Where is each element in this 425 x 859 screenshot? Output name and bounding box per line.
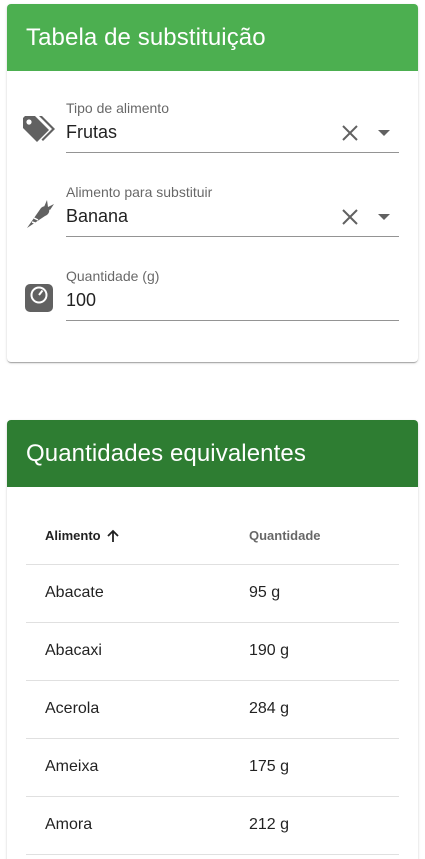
cell-quantity: 212 g <box>249 796 399 855</box>
cell-food: Abacaxi <box>26 622 249 681</box>
food-type-dropdown-button[interactable] <box>372 121 396 145</box>
cell-food: Ameixa <box>26 738 249 797</box>
close-icon <box>342 209 358 225</box>
food-to-replace-value[interactable]: Banana <box>66 206 128 227</box>
food-type-clear-button[interactable] <box>338 121 362 145</box>
food-to-replace-dropdown-button[interactable] <box>372 205 396 229</box>
cell-food: Abacate <box>26 564 249 623</box>
table-row: Ameixa 175 g <box>26 738 399 797</box>
substitution-card-header: Tabela de substituição <box>7 4 418 71</box>
column-header-food-label: Alimento <box>45 528 101 544</box>
food-to-replace-underline <box>66 236 399 237</box>
table-row: Abacaxi 190 g <box>26 622 399 681</box>
equivalents-card-title: Quantidades equivalentes <box>26 439 306 467</box>
table-header-row: Alimento Quantidade <box>26 508 399 565</box>
table-row: Acerola 284 g <box>26 680 399 739</box>
cell-quantity: 190 g <box>249 622 399 681</box>
carrot-icon <box>21 196 57 232</box>
food-to-replace-clear-button[interactable] <box>338 205 362 229</box>
food-to-replace-field[interactable]: Alimento para substituir Banana <box>7 176 418 237</box>
substitution-card: Tabela de substituição Tipo de alimento … <box>7 4 418 362</box>
quantity-input[interactable]: 100 <box>66 290 96 311</box>
arrow-drop-down-icon <box>378 214 390 220</box>
column-header-quantity[interactable]: Quantidade <box>249 508 399 565</box>
equivalents-card-header: Quantidades equivalentes <box>7 420 418 487</box>
cell-food: Acerola <box>26 680 249 739</box>
substitution-card-title: Tabela de substituição <box>26 23 266 51</box>
cell-quantity: 284 g <box>249 680 399 739</box>
food-type-value[interactable]: Frutas <box>66 122 117 143</box>
cell-quantity: 95 g <box>249 564 399 623</box>
table-row: Amora 212 g <box>26 796 399 855</box>
column-header-quantity-label: Quantidade <box>249 528 321 544</box>
food-to-replace-label: Alimento para substituir <box>66 184 213 200</box>
food-type-underline <box>66 152 399 153</box>
quantity-underline <box>66 320 399 321</box>
column-header-food[interactable]: Alimento <box>26 508 249 565</box>
close-icon <box>342 125 358 141</box>
equivalents-card: Quantidades equivalentes Alimento Quanti… <box>7 420 418 859</box>
food-type-label: Tipo de alimento <box>66 100 169 116</box>
tags-icon <box>21 112 57 148</box>
food-type-field[interactable]: Tipo de alimento Frutas <box>7 92 418 153</box>
arrow-drop-down-icon <box>378 130 390 136</box>
quantity-label: Quantidade (g) <box>66 268 160 284</box>
table-row: Abacate 95 g <box>26 564 399 623</box>
cell-quantity: 175 g <box>249 738 399 797</box>
scale-icon <box>21 280 57 316</box>
equivalents-table: Alimento Quantidade Abacate 95 g Abacaxi <box>26 508 399 855</box>
arrow-up-icon <box>106 529 119 542</box>
cell-food: Amora <box>26 796 249 855</box>
quantity-field[interactable]: Quantidade (g) 100 <box>7 260 418 321</box>
